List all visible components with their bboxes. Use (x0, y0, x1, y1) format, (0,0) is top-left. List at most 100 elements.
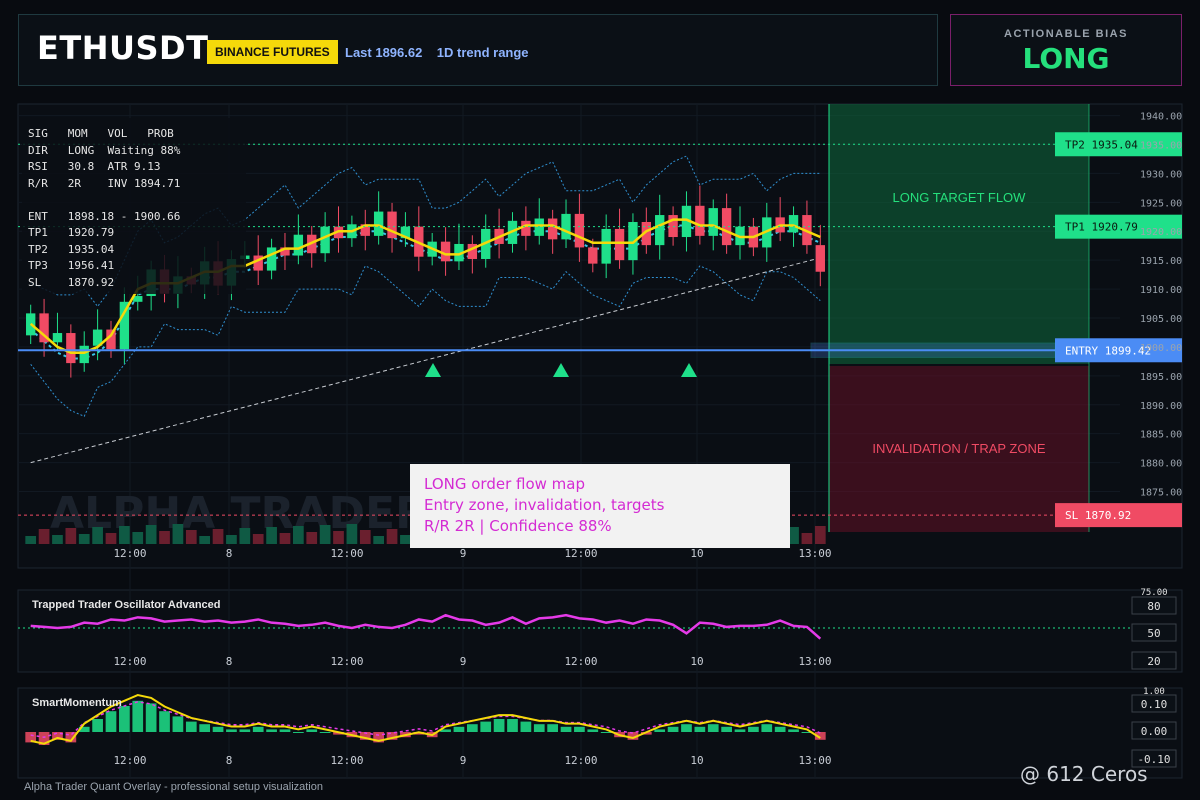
mom-bar (159, 711, 170, 732)
mom-bar (734, 729, 746, 732)
level-label-tp1: TP1 1920.79 (1065, 221, 1138, 234)
mom-bar (587, 729, 599, 732)
x-tick-label: 13:00 (798, 754, 831, 767)
info-row: R/R 2R INV 1894.71 (28, 176, 181, 190)
mom-bar (480, 721, 492, 732)
x-tick-label: 10 (690, 547, 703, 560)
info-row: ENT 1898.18 - 1900.66 (28, 209, 181, 223)
y-tick-label: 1900.00 (1140, 343, 1182, 354)
volume-bar (293, 526, 304, 544)
mom-bar (507, 719, 518, 732)
mom-bar (788, 729, 799, 732)
candle-body (534, 218, 544, 236)
volume-bar (226, 535, 237, 544)
candle-body (266, 247, 277, 271)
candle-body (373, 211, 384, 236)
candle-body (695, 205, 705, 236)
volume-bar (306, 532, 318, 544)
mom-bar (748, 726, 759, 732)
candle-body (521, 220, 531, 236)
mom-bar (185, 721, 197, 732)
info-row (22, 192, 246, 209)
mom-bar (293, 732, 304, 733)
x-tick-label: 12:00 (330, 655, 363, 668)
annotation-note: LONG order flow map Entry zone, invalida… (410, 464, 790, 548)
x-tick-label: 13:00 (798, 655, 831, 668)
x-tick-label: 12:00 (564, 547, 597, 560)
footer-text: Alpha Trader Quant Overlay - professiona… (24, 781, 323, 793)
info-row: TP2 1935.04 (28, 242, 115, 256)
candle-body (66, 333, 76, 364)
volume-bar (319, 525, 331, 544)
volume-bar (239, 528, 251, 544)
mom-bar (721, 726, 732, 732)
volume-bar (119, 526, 130, 544)
y-tick-label: 1885.00 (1140, 430, 1182, 441)
mom-bar (319, 732, 331, 733)
mom-bar (212, 726, 224, 732)
volume-bar (199, 536, 211, 544)
candle-body (387, 211, 397, 239)
mom-bar (199, 724, 211, 732)
mom-bar (533, 724, 545, 732)
mom-title: SmartMomentum (32, 697, 122, 709)
long-zone-label: LONG TARGET FLOW (893, 190, 1027, 205)
volume-bar (373, 536, 385, 544)
y-tick-label: 1930.00 (1140, 169, 1182, 180)
mom-bar (560, 726, 572, 732)
candle-body (574, 213, 585, 248)
x-tick-label: 12:00 (564, 754, 597, 767)
entry-zone-box (810, 342, 1056, 358)
volume-bar (279, 533, 291, 544)
info-row: TP3 1956.41 (28, 259, 115, 272)
info-row: SL 1870.92 (28, 275, 115, 289)
osc-scale-label: 50 (1147, 627, 1160, 640)
x-tick-label: 9 (460, 547, 467, 560)
y-tick-label: 1925.00 (1140, 198, 1182, 209)
mom-bar (520, 721, 532, 732)
mom-bar (574, 726, 585, 732)
volume-bar (801, 533, 813, 544)
mom-bar (547, 724, 558, 732)
y-tick-label: 1910.00 (1140, 285, 1182, 296)
note-line: Entry zone, invalidation, targets (424, 496, 665, 514)
volume-bar (52, 535, 63, 544)
x-tick-label: 8 (226, 754, 233, 767)
mom-bar (266, 729, 277, 732)
y-tick-label: 1890.00 (1140, 401, 1182, 412)
osc-title: Trapped Trader Oscillator Advanced (32, 599, 221, 611)
mom-bar (145, 703, 157, 732)
note-line: R/R 2R | Confidence 88% (424, 517, 612, 535)
watermark: @ 612 Ceros (1020, 762, 1148, 786)
y-tick-label: 1875.00 (1140, 488, 1182, 499)
volume-bar (132, 532, 144, 544)
candle-body (788, 215, 799, 233)
trap-zone-label: INVALIDATION / TRAP ZONE (872, 441, 1045, 456)
mom-scale-label: 0.00 (1141, 725, 1168, 738)
mom-bar (92, 719, 103, 732)
mom-bar (694, 726, 706, 732)
mom-bar (707, 724, 719, 732)
candle-body (79, 345, 89, 364)
x-tick-label: 12:00 (330, 547, 363, 560)
candle-body (668, 215, 678, 238)
info-row: DIR LONG Waiting 88% (28, 143, 181, 157)
x-tick-label: 9 (460, 655, 467, 668)
volume-bar (92, 527, 103, 544)
volume-bar (78, 534, 90, 544)
y-tick-label: 1940.00 (1140, 112, 1182, 123)
mom-bar (119, 706, 130, 732)
candle-body (655, 215, 665, 246)
candle-body (815, 245, 825, 272)
info-row: SIG MOM VOL PROB (28, 127, 174, 140)
volume-bar (65, 528, 77, 544)
y-tick-label: 1935.00 (1140, 140, 1182, 151)
level-label-tp2: TP2 1935.04 (1065, 138, 1138, 151)
volume-bar (814, 526, 826, 544)
mom-bar (600, 732, 612, 733)
mom-bar (667, 726, 679, 732)
info-row: RSI 30.8 ATR 9.13 (28, 160, 161, 173)
volume-bar (38, 529, 50, 544)
level-label-sl: SL 1870.92 (1065, 509, 1131, 522)
mom-bar (252, 726, 264, 732)
